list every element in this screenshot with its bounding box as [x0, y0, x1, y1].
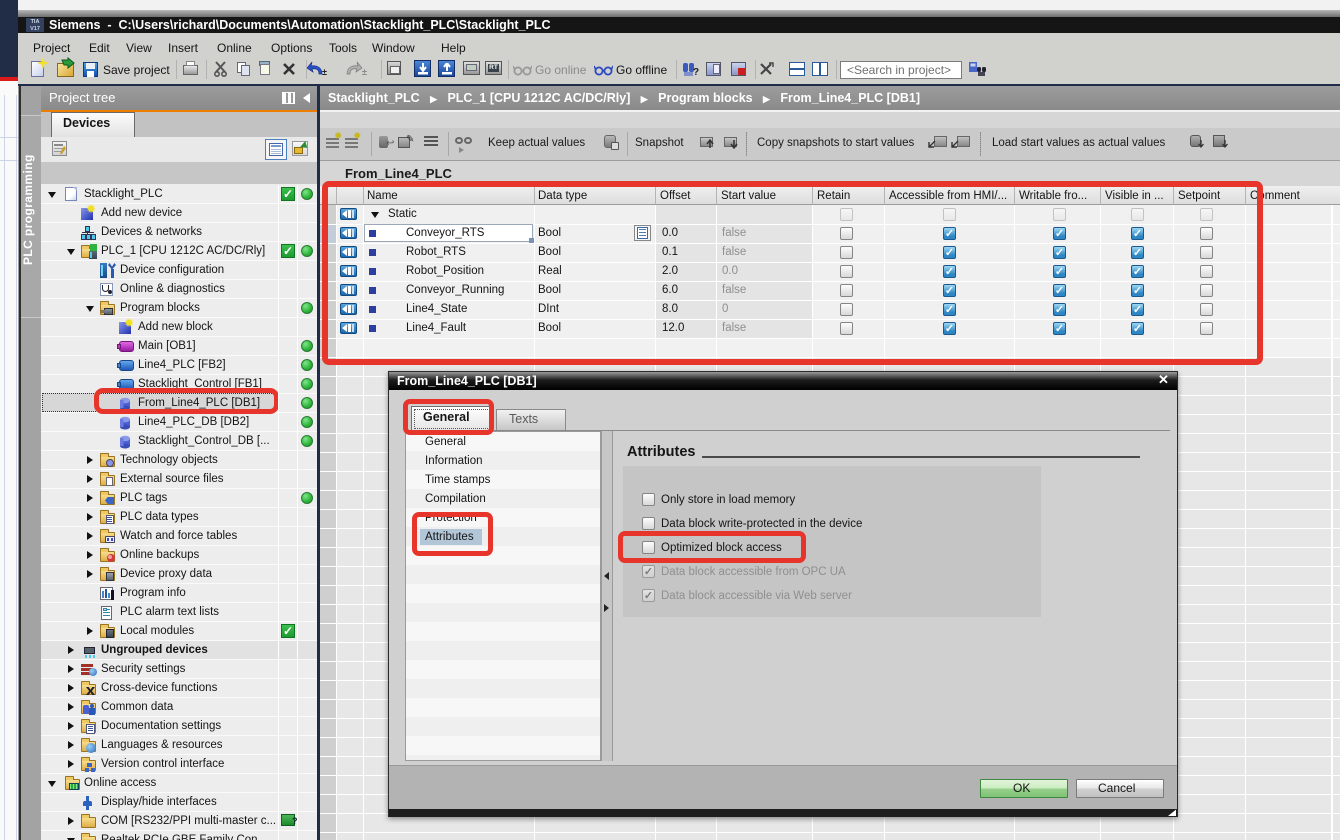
svg-text:?: ? [693, 67, 699, 77]
svg-text:±: ± [322, 67, 327, 77]
svg-text:±: ± [362, 67, 367, 77]
